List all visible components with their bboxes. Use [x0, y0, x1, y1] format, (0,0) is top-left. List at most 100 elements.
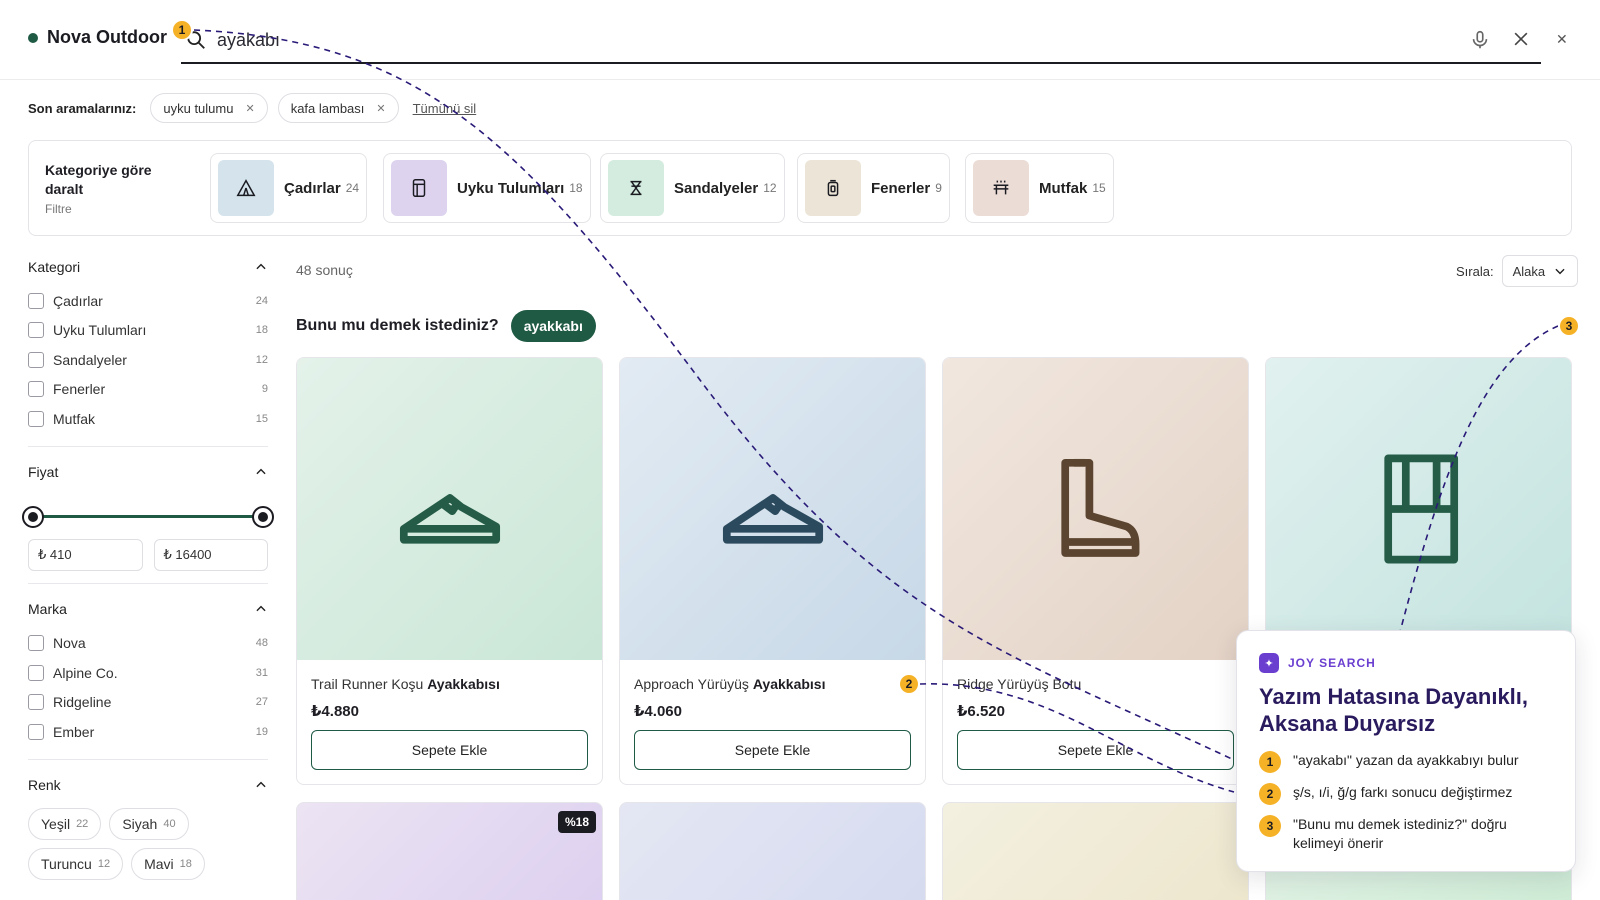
product-card[interactable]: Trail Runner Koşu Ayakkabısı ₺4.880 Sepe…	[296, 357, 603, 785]
header: Nova Outdoor ✕	[0, 0, 1600, 80]
remove-chip-icon[interactable]: ✕	[245, 102, 254, 115]
category-filter-item[interactable]: Çadırlar 24	[28, 286, 268, 316]
sort-select[interactable]: Alaka	[1501, 255, 1579, 287]
filter-count: 19	[255, 725, 268, 738]
product-image[interactable]	[1266, 358, 1571, 660]
shoe-icon	[399, 494, 500, 544]
filter-label: Ember	[53, 723, 95, 740]
category-card-fenerler[interactable]: Fenerler 9	[797, 153, 950, 223]
category-filter-item[interactable]: Sandalyeler 12	[28, 345, 268, 375]
brand-filter-item[interactable]: Nova 48	[28, 629, 268, 659]
annotation-marker-2: 2	[898, 673, 920, 695]
filter-section-color[interactable]: Renk	[28, 770, 268, 800]
category-filter-item[interactable]: Mutfak 15	[28, 404, 268, 434]
clear-all-link[interactable]: Tümünü sil	[413, 101, 477, 116]
product-card[interactable]	[942, 802, 1249, 900]
color-filter-chip[interactable]: Mavi 18	[131, 847, 205, 880]
checkbox[interactable]	[28, 322, 44, 339]
category-card-mutfak[interactable]: Mutfak 15	[965, 153, 1114, 223]
add-to-cart-button[interactable]: Sepete Ekle	[634, 730, 911, 770]
joy-point-text: "ayakabı" yazan da ayakkabıyı bulur	[1293, 752, 1519, 768]
brand[interactable]: Nova Outdoor	[28, 27, 167, 48]
add-to-cart-button[interactable]: Sepete Ekle	[311, 730, 588, 770]
product-image[interactable]	[297, 358, 602, 660]
product-card[interactable]: Ridge Yürüyüş Botu ₺6.520 Sepete Ekle	[942, 357, 1249, 785]
recent-chip[interactable]: uyku tulumu ✕	[150, 93, 268, 123]
product-title[interactable]: Approach Yürüyüş Ayakkabısı	[634, 676, 825, 692]
filter-count: 12	[255, 353, 268, 366]
add-to-cart-button[interactable]: Sepete Ekle	[957, 730, 1234, 770]
checkbox[interactable]	[28, 292, 44, 309]
shoe-icon	[722, 494, 823, 544]
recent-chip-label: kafa lambası	[290, 100, 365, 116]
price-range-slider[interactable]	[22, 501, 274, 531]
category-strip-title: Kategoriye göre daralt	[45, 162, 152, 197]
checkbox[interactable]	[28, 410, 44, 427]
did-you-mean-suggestion[interactable]: ayakkabı	[510, 310, 596, 342]
checkbox[interactable]	[28, 723, 44, 740]
category-count: 9	[935, 181, 942, 195]
recent-chip-label: uyku tulumu	[163, 100, 234, 116]
product-card[interactable]: Approach Yürüyüş Ayakkabısı ₺4.060 Sepet…	[619, 357, 926, 785]
category-card-uyku-tulumlari[interactable]: Uyku Tulumları 18	[383, 153, 591, 223]
microphone-icon[interactable]	[1469, 28, 1491, 52]
chevron-up-icon[interactable]	[254, 260, 268, 274]
lantern-icon	[805, 160, 861, 216]
brand-filter-item[interactable]: Ridgeline 27	[28, 688, 268, 718]
brand-filter-item[interactable]: Ember 19	[28, 717, 268, 747]
checkbox[interactable]	[28, 694, 44, 711]
search-input[interactable]	[217, 26, 1397, 54]
clear-search-icon[interactable]	[1511, 29, 1531, 49]
slider-max-handle[interactable]	[252, 505, 274, 528]
filter-label: Çadırlar	[53, 292, 103, 309]
product-title-highlight: Ayakkabısı	[752, 676, 826, 692]
category-filter-item[interactable]: Fenerler 9	[28, 375, 268, 405]
remove-chip-icon[interactable]: ✕	[376, 102, 385, 115]
product-card[interactable]: %18	[296, 802, 603, 900]
color-filter-chip[interactable]: Yeşil 22	[28, 807, 102, 840]
filter-section-brand[interactable]: Marka	[28, 594, 268, 624]
price-min-input[interactable]: ₺ 410	[28, 538, 143, 571]
chevron-up-icon[interactable]	[254, 465, 268, 479]
product-image[interactable]	[943, 358, 1248, 660]
category-card-sandalyeler[interactable]: Sandalyeler 12	[600, 153, 785, 223]
filter-sidebar: Kategori Çadırlar 24 Uyku Tulumları 18 San…	[22, 252, 274, 880]
filter-label: Uyku Tulumları	[53, 322, 147, 339]
chevron-up-icon[interactable]	[254, 602, 268, 616]
filter-count: 27	[255, 696, 268, 709]
product-card[interactable]	[619, 802, 926, 900]
recent-chip[interactable]: kafa lambası ✕	[277, 93, 399, 123]
category-filter-item[interactable]: Uyku Tulumları 18	[28, 316, 268, 346]
product-title[interactable]: Ridge Yürüyüş Botu	[957, 676, 1081, 692]
section-title: Marka	[28, 600, 67, 617]
checkbox[interactable]	[28, 351, 44, 368]
category-count: 12	[763, 181, 777, 195]
color-count: 18	[179, 857, 192, 870]
divider	[28, 758, 268, 760]
price-max-input[interactable]: ₺ 16400	[153, 538, 268, 571]
checkbox[interactable]	[28, 664, 44, 681]
chevron-up-icon[interactable]	[254, 778, 268, 792]
product-title-text: Trail Runner Koşu	[311, 676, 424, 692]
product-image[interactable]	[620, 358, 925, 660]
joy-point-number: 3	[1259, 815, 1281, 837]
checkbox[interactable]	[28, 381, 44, 398]
close-icon[interactable]: ✕	[1556, 31, 1572, 47]
color-label: Mavi	[144, 855, 174, 872]
search-bar[interactable]	[181, 18, 1541, 64]
color-filter-chip[interactable]: Turuncu 12	[28, 847, 124, 880]
filter-count: 9	[261, 383, 268, 396]
recent-searches: Son aramalarınız: uyku tulumu ✕ kafa lamb…	[28, 92, 476, 124]
joy-badge: ✦ JOY SEARCH	[1259, 653, 1376, 673]
filter-section-category[interactable]: Kategori	[28, 252, 268, 282]
color-filter-chip[interactable]: Siyah 40	[109, 807, 189, 840]
checkbox[interactable]	[28, 635, 44, 652]
filter-label: Sandalyeler	[53, 351, 127, 368]
category-card-cadirlar[interactable]: Çadırlar 24	[210, 153, 368, 223]
brand-filter-item[interactable]: Alpine Co. 31	[28, 658, 268, 688]
product-title[interactable]: Trail Runner Koşu Ayakkabısı	[311, 676, 500, 692]
slider-min-handle[interactable]	[22, 505, 44, 528]
did-you-mean-label: Bunu mu demek istediniz?	[296, 317, 499, 334]
color-count: 12	[97, 857, 111, 870]
filter-section-price[interactable]: Fiyat	[28, 457, 268, 487]
